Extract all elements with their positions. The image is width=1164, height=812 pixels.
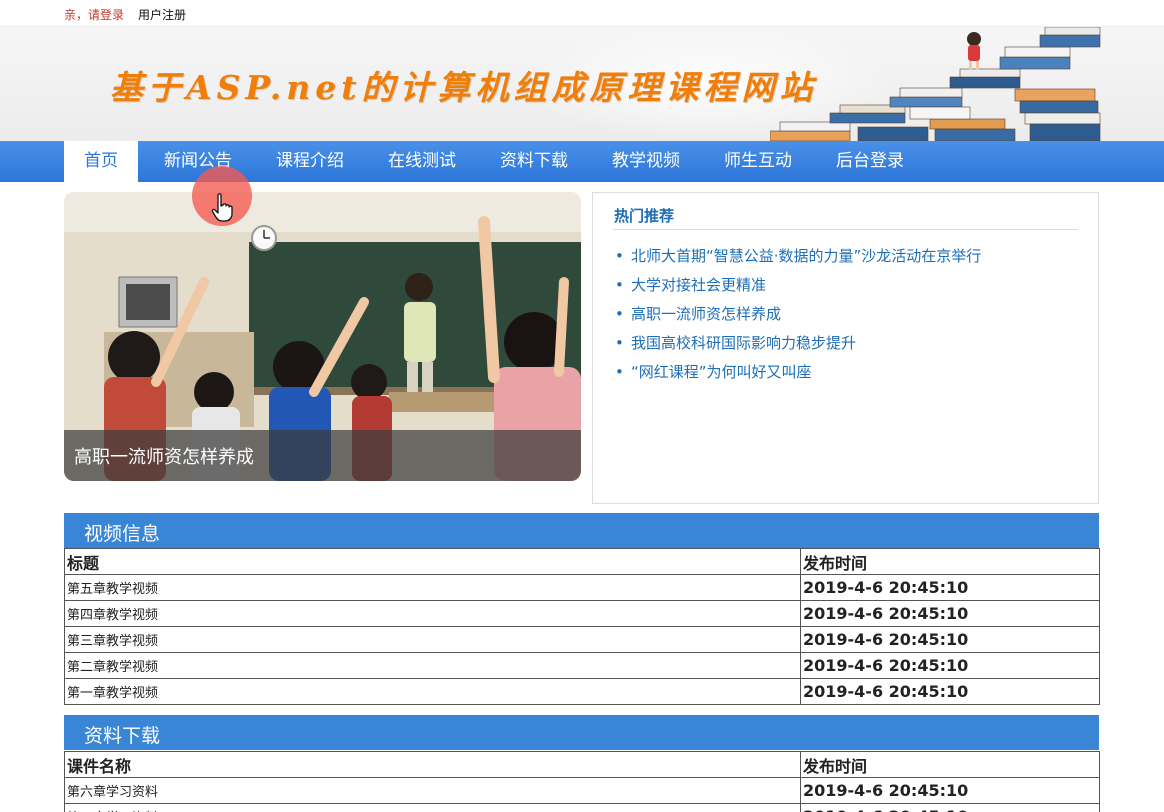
nav-downloads[interactable]: 资料下载: [486, 141, 582, 182]
column-header-name: 课件名称: [64, 751, 801, 778]
table-row[interactable]: 第一章教学视频 2019-4-6 20:45:10: [64, 678, 1100, 705]
download-table: 课件名称 发布时间 第六章学习资料2019-4-6 20:45:10 第五章学习…: [64, 751, 1100, 812]
hot-list: • 北师大首期“智慧公益·数据的力量”沙龙活动在京举行 • 大学对接社会更精准 • 高…: [615, 245, 981, 390]
download-time-cell: 2019-4-6 20:45:10: [800, 777, 1100, 804]
video-title-cell[interactable]: 第一章教学视频: [64, 678, 801, 705]
table-row[interactable]: 第五章教学视频 2019-4-6 20:45:10: [64, 574, 1100, 601]
nav-course-intro[interactable]: 课程介绍: [262, 141, 358, 182]
hand-pointer-icon: [211, 193, 233, 222]
column-header-title: 标题: [64, 548, 801, 575]
download-name-cell[interactable]: 第六章学习资料: [64, 777, 801, 804]
download-time-cell: 2019-4-6 20:45:10: [800, 803, 1100, 812]
table-header-row: 标题 发布时间: [64, 548, 1100, 575]
video-table: 标题 发布时间 第五章教学视频 2019-4-6 20:45:10 第四章教学视频…: [64, 548, 1100, 705]
column-header-time: 发布时间: [800, 751, 1100, 778]
nav-interaction[interactable]: 师生互动: [710, 141, 806, 182]
video-title-cell[interactable]: 第二章教学视频: [64, 652, 801, 679]
register-link[interactable]: 用户注册: [138, 6, 186, 23]
table-row[interactable]: 第四章教学视频 2019-4-6 20:45:10: [64, 600, 1100, 627]
video-section-header: 视频信息: [64, 513, 1099, 548]
download-section-header: 资料下载: [64, 715, 1099, 750]
top-login-bar: 亲，请登录 用户注册: [0, 0, 1164, 27]
list-item: • 北师大首期“智慧公益·数据的力量”沙龙活动在京举行: [615, 247, 982, 265]
hot-link-2[interactable]: 大学对接社会更精准: [631, 276, 766, 294]
hot-link-4[interactable]: 我国高校科研国际影响力稳步提升: [631, 334, 856, 352]
video-time-cell: 2019-4-6 20:45:10: [800, 600, 1100, 627]
video-title-cell[interactable]: 第五章教学视频: [64, 574, 801, 601]
nav-online-test[interactable]: 在线测试: [374, 141, 470, 182]
video-time-cell: 2019-4-6 20:45:10: [800, 652, 1100, 679]
video-time-cell: 2019-4-6 20:45:10: [800, 626, 1100, 653]
download-name-cell[interactable]: 第五章学习资料: [64, 803, 801, 812]
video-time-cell: 2019-4-6 20:45:10: [800, 574, 1100, 601]
video-time-cell: 2019-4-6 20:45:10: [800, 678, 1100, 705]
list-item: • 大学对接社会更精准: [615, 276, 767, 294]
table-row[interactable]: 第二章教学视频 2019-4-6 20:45:10: [64, 652, 1100, 679]
books-illustration-icon: [770, 27, 1101, 141]
hot-recommend-title: 热门推荐: [614, 207, 675, 225]
hot-link-1[interactable]: 北师大首期“智慧公益·数据的力量”沙龙活动在京举行: [631, 247, 981, 265]
table-row[interactable]: 第三章教学视频 2019-4-6 20:45:10: [64, 626, 1100, 653]
slide-caption-bar: 高职一流师资怎样养成: [64, 430, 581, 481]
table-row[interactable]: 第六章学习资料 2019-4-6 20:45:10: [64, 777, 1100, 804]
video-title-cell[interactable]: 第三章教学视频: [64, 626, 801, 653]
main-nav: 首页 新闻公告 课程介绍 在线测试 资料下载 教学视频 师生互动 后台登录: [0, 141, 1164, 182]
nav-admin-login[interactable]: 后台登录: [822, 141, 918, 182]
site-banner: 基于ASP.net的计算机组成原理课程网站: [0, 27, 1164, 141]
video-section-title: 视频信息: [84, 523, 161, 545]
nav-home[interactable]: 首页: [64, 141, 138, 182]
login-link[interactable]: 亲，请登录: [64, 6, 124, 23]
site-title: 基于ASP.net的计算机组成原理课程网站: [110, 68, 818, 107]
table-header-row: 课件名称 发布时间: [64, 751, 1100, 778]
download-section-title: 资料下载: [84, 725, 161, 747]
list-item: • 高职一流师资怎样养成: [615, 305, 782, 323]
hot-link-5[interactable]: “网红课程”为何叫好又叫座: [631, 363, 812, 381]
column-header-time: 发布时间: [800, 548, 1100, 575]
nav-teaching-video[interactable]: 教学视频: [598, 141, 694, 182]
video-title-cell[interactable]: 第四章教学视频: [64, 600, 801, 627]
slide-caption[interactable]: 高职一流师资怎样养成: [74, 443, 254, 469]
hot-recommend-panel: 热门推荐 • 北师大首期“智慧公益·数据的力量”沙龙活动在京举行 • 大学对接社会更…: [592, 192, 1099, 504]
table-row[interactable]: 第五章学习资料2019-4-6 20:45:10: [64, 803, 1100, 812]
list-item: • “网红课程”为何叫好又叫座: [615, 363, 812, 381]
hot-link-3[interactable]: 高职一流师资怎样养成: [631, 305, 781, 323]
hot-divider: [613, 229, 1078, 230]
list-item: • 我国高校科研国际影响力稳步提升: [615, 334, 857, 352]
news-slideshow[interactable]: 高职一流师资怎样养成: [64, 192, 581, 481]
